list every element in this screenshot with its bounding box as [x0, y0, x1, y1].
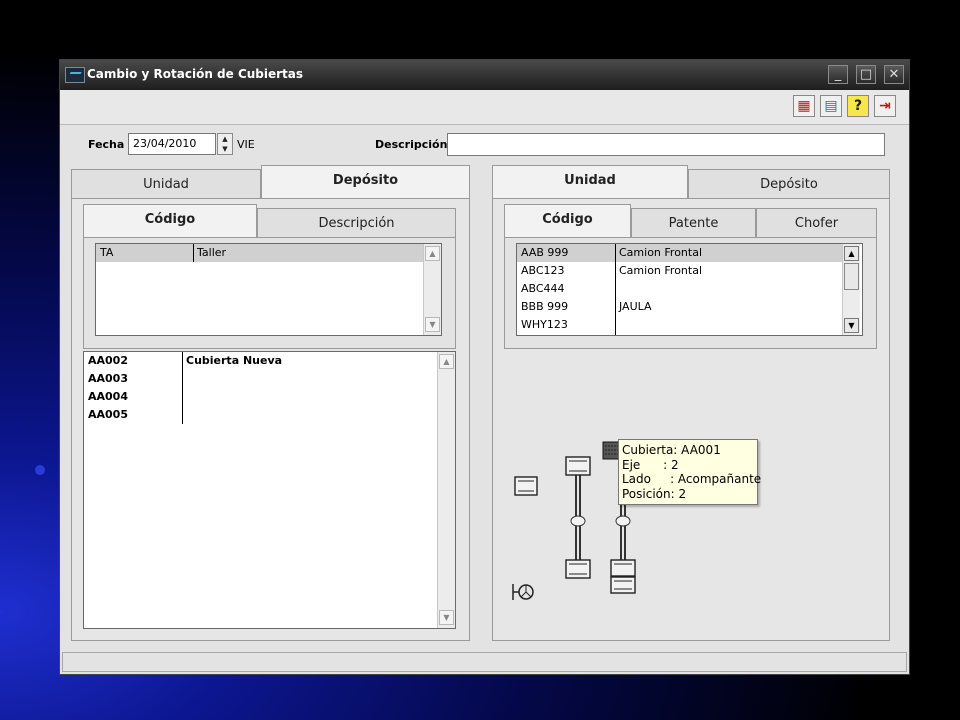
- scroll-thumb[interactable]: [844, 263, 859, 290]
- deposit-list-panel: TA Taller ▲ ▼: [83, 237, 456, 349]
- tab-left-unidad[interactable]: Unidad: [71, 169, 261, 199]
- unit-name: Camion Frontal: [619, 264, 703, 277]
- unit-list-scrollbar[interactable]: ▲ ▼: [842, 244, 860, 335]
- calculator-button[interactable]: ▤: [820, 95, 842, 117]
- axle-one-icon[interactable]: [565, 456, 591, 579]
- scroll-down-icon[interactable]: ▼: [439, 610, 454, 625]
- tab-right-codigo[interactable]: Código: [504, 204, 631, 238]
- column-divider: [193, 244, 194, 262]
- tab-right-unidad[interactable]: Unidad: [492, 165, 688, 199]
- tab-right-deposito[interactable]: Depósito: [688, 169, 890, 199]
- list-item[interactable]: AA005: [84, 406, 438, 424]
- spin-down-icon[interactable]: ▼: [218, 144, 232, 154]
- tire-code: AA002: [88, 354, 128, 367]
- exit-button[interactable]: ⇥: [874, 95, 896, 117]
- tooltip-cubierta: Cubierta: AA001: [622, 443, 721, 457]
- tooltip-lado: Lado : Acompañante: [622, 472, 762, 486]
- fecha-label: Fecha: [88, 138, 125, 151]
- tab-left-codigo[interactable]: Código: [83, 204, 257, 238]
- descripcion-label: Descripción: [375, 138, 448, 151]
- toolbar: ▦ ▤ ? ⇥: [60, 90, 909, 125]
- date-spinner[interactable]: ▲ ▼: [217, 133, 233, 155]
- column-divider: [615, 244, 616, 335]
- unit-list[interactable]: AAB 999 Camion Frontal ABC123 Camion Fro…: [516, 243, 863, 336]
- title-bar[interactable]: Cambio y Rotación de Cubiertas _ □ ✕: [60, 60, 909, 90]
- steering-wheel-icon: [512, 584, 534, 600]
- deposit-list[interactable]: TA Taller ▲ ▼: [95, 243, 442, 336]
- tab-right-chofer[interactable]: Chofer: [756, 208, 877, 238]
- list-item[interactable]: AAB 999 Camion Frontal: [517, 244, 843, 262]
- unit-code: BBB 999: [521, 300, 569, 313]
- scroll-down-icon[interactable]: ▼: [844, 318, 859, 333]
- tire-list[interactable]: AA002 Cubierta Nueva AA003 AA004 AA005 ▲…: [83, 351, 456, 629]
- window-title: Cambio y Rotación de Cubiertas: [87, 67, 304, 81]
- deposit-list-scrollbar[interactable]: ▲ ▼: [423, 244, 441, 335]
- main-window: Cambio y Rotación de Cubiertas _ □ ✕ ▦ ▤…: [59, 59, 910, 675]
- scroll-up-icon[interactable]: ▲: [439, 354, 454, 369]
- deposit-code: TA: [100, 246, 114, 259]
- maximize-button[interactable]: □: [856, 65, 876, 84]
- unit-code: ABC444: [521, 282, 565, 295]
- list-item[interactable]: AA002 Cubierta Nueva: [84, 352, 438, 370]
- tooltip-eje: Eje : 2: [622, 457, 679, 472]
- tooltip-posicion: Posición: 2: [622, 486, 687, 501]
- unit-name: Camion Frontal: [619, 246, 703, 259]
- right-panel: Código Patente Chofer AAB 999 Camion Fro…: [492, 198, 890, 641]
- unit-name: JAULA: [619, 300, 652, 313]
- tire-desc: Cubierta Nueva: [186, 354, 283, 367]
- list-item[interactable]: ABC444: [517, 280, 843, 298]
- scroll-up-icon[interactable]: ▲: [844, 246, 859, 261]
- tire-list-scrollbar[interactable]: ▲ ▼: [437, 352, 455, 628]
- deposit-name: Taller: [197, 246, 227, 259]
- grid-report-button[interactable]: ▦: [793, 95, 815, 117]
- close-button[interactable]: ✕: [884, 65, 904, 84]
- list-item[interactable]: ABC123 Camion Frontal: [517, 262, 843, 280]
- status-bar: [62, 652, 907, 672]
- scroll-up-icon[interactable]: ▲: [425, 246, 440, 261]
- spin-up-icon[interactable]: ▲: [218, 134, 232, 144]
- column-divider: [182, 352, 183, 424]
- left-panel: Código Descripción TA Taller ▲ ▼ AA002 C…: [71, 198, 470, 641]
- unit-list-panel: AAB 999 Camion Frontal ABC123 Camion Fro…: [504, 237, 877, 349]
- tab-left-deposito[interactable]: Depósito: [261, 165, 470, 199]
- list-item[interactable]: BBB 999 JAULA: [517, 298, 843, 316]
- spare-tire-icon[interactable]: [514, 476, 538, 496]
- tab-right-patente[interactable]: Patente: [631, 208, 756, 238]
- app-logo-icon: [65, 67, 85, 83]
- fecha-input[interactable]: 23/04/2010: [128, 133, 216, 155]
- weekday-label: VIE: [237, 138, 255, 151]
- tire-code: AA003: [88, 372, 128, 385]
- list-item[interactable]: TA Taller: [96, 244, 424, 262]
- list-item[interactable]: AA003: [84, 370, 438, 388]
- list-item[interactable]: WHY123: [517, 316, 843, 334]
- scroll-down-icon[interactable]: ▼: [425, 317, 440, 332]
- list-item[interactable]: AA004: [84, 388, 438, 406]
- descripcion-input[interactable]: [447, 133, 885, 156]
- tire-code: AA005: [88, 408, 128, 421]
- tire-tooltip: Cubierta: AA001 Eje : 2 Lado : Acompañan…: [618, 439, 762, 505]
- tab-left-descripcion[interactable]: Descripción: [257, 208, 456, 238]
- background-dot: [35, 465, 45, 475]
- unit-code: AAB 999: [521, 246, 569, 259]
- unit-code: WHY123: [521, 318, 568, 331]
- minimize-button[interactable]: _: [828, 65, 848, 84]
- tire-code: AA004: [88, 390, 128, 403]
- unit-code: ABC123: [521, 264, 565, 277]
- help-button[interactable]: ?: [847, 95, 869, 117]
